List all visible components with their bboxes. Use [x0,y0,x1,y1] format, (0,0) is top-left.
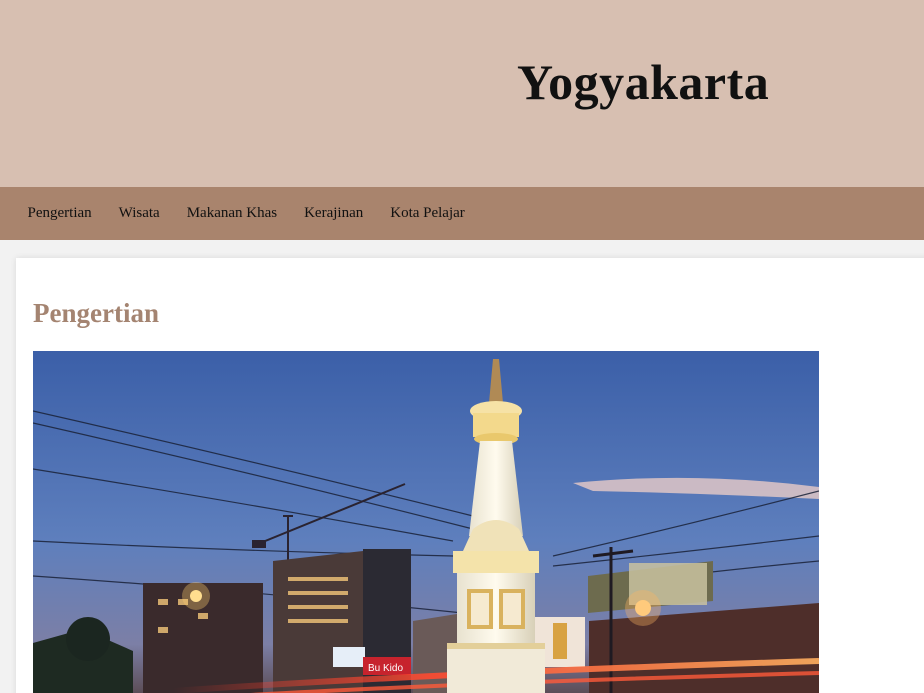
nav-item-kerajinan[interactable]: Kerajinan [291,187,377,240]
nav-item-kota-pelajar[interactable]: Kota Pelajar [377,187,479,240]
main-nav: Pengertian Wisata Makanan Khas Kerajinan… [0,187,924,240]
section-title: Pengertian [33,298,159,328]
site-header: Yogyakarta [0,0,924,187]
content-card: Pengertian Bu Kido [16,258,924,693]
nav-item-makanan-khas[interactable]: Makanan Khas [173,187,290,240]
nav-item-pengertian[interactable]: Pengertian [14,187,105,240]
tugu-monument-photo: Bu Kido [33,351,819,693]
nav-item-wisata[interactable]: Wisata [105,187,173,240]
shop-sign: Bu Kido [368,663,403,674]
site-title: Yogyakarta [517,54,770,110]
